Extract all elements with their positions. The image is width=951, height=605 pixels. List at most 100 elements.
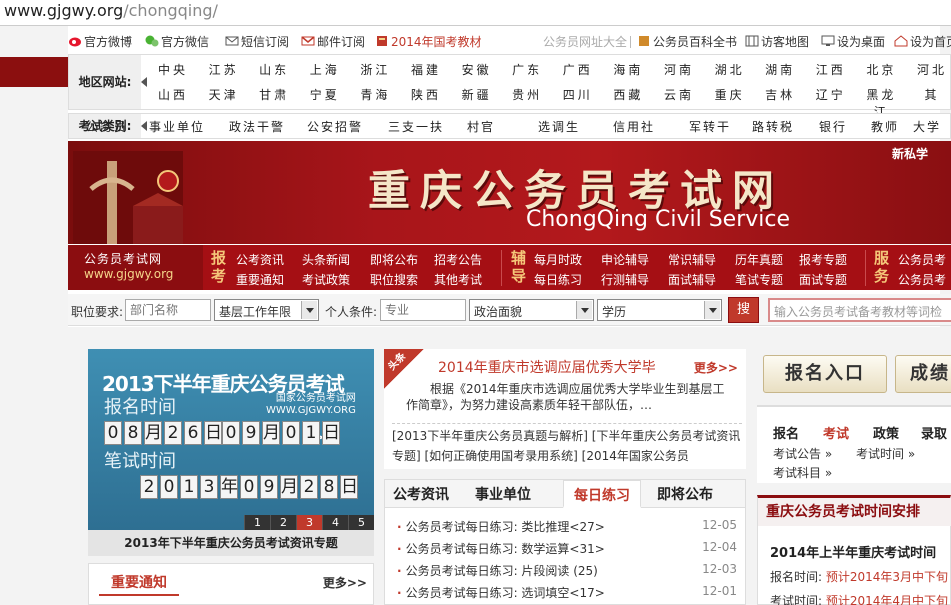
exam-category-link[interactable]: 银行 xyxy=(819,118,847,135)
exam-info-tab[interactable]: 政策 xyxy=(873,423,899,442)
subnav-link[interactable]: 常识辅导 xyxy=(668,251,716,268)
exam-category-link[interactable]: 政法干警 xyxy=(229,118,285,135)
subnav-link[interactable]: 公务员考 xyxy=(898,271,946,288)
address-bar[interactable]: www.gjgwy.org/chongqing/ xyxy=(0,0,951,26)
exam-category-link[interactable]: 选调生 xyxy=(538,118,580,135)
subnav-link[interactable]: 公考资讯 xyxy=(236,251,284,268)
region-link[interactable]: 青海 xyxy=(353,86,397,103)
region-link[interactable]: 天津 xyxy=(202,86,246,103)
region-link[interactable]: 山东 xyxy=(252,61,296,78)
region-link[interactable]: 广东 xyxy=(505,61,549,78)
tab-item[interactable]: 每日练习 xyxy=(563,480,641,508)
register-button[interactable]: 报名入口 xyxy=(763,355,887,393)
exam-category-link[interactable]: 三支一扶 xyxy=(388,118,444,135)
subnav-link[interactable]: 申论辅导 xyxy=(601,251,649,268)
region-link[interactable]: 湖南 xyxy=(758,61,802,78)
slide-page-button[interactable]: 5 xyxy=(348,515,374,530)
subnav-link[interactable]: 职位搜索 xyxy=(370,271,418,288)
region-link[interactable]: 河北 xyxy=(910,61,951,78)
exam-category-link[interactable]: 路转税 xyxy=(752,118,794,135)
list-item[interactable]: 公务员考试每日练习: 数学运算<31> 12-04 xyxy=(397,540,737,557)
subnav-logo[interactable]: 公务员考试网 www.gjgwy.org xyxy=(68,245,203,290)
slide-page-button[interactable]: 4 xyxy=(322,515,348,530)
exam-category-link[interactable]: 村官 xyxy=(467,118,495,135)
slide-caption[interactable]: 2013年下半年重庆公务员考试资讯专题 xyxy=(88,530,374,556)
region-link[interactable]: 海南 xyxy=(606,61,650,78)
subnav-link[interactable]: 即将公布 xyxy=(370,251,418,268)
subnav-link[interactable]: 面试专题 xyxy=(799,271,847,288)
region-link[interactable]: 河南 xyxy=(657,61,701,78)
subnav-link[interactable]: 历年真题 xyxy=(735,251,783,268)
score-button[interactable]: 成绩 xyxy=(895,355,951,393)
link-exam-notice[interactable]: 考试公告 » xyxy=(773,445,832,462)
exam-info-tab[interactable]: 录取 xyxy=(921,423,947,442)
subnav-link[interactable]: 头条新闻 xyxy=(302,251,350,268)
tab-item[interactable]: 即将公布 xyxy=(657,484,713,504)
exam-info-tab[interactable]: 报名 xyxy=(773,423,799,442)
keyword-input[interactable]: 输入公务员考试备考教材等词检 xyxy=(768,298,951,322)
region-link[interactable]: 其 xyxy=(910,86,951,103)
search-button[interactable]: 搜 xyxy=(728,297,759,323)
sms-link[interactable]: 短信订阅 xyxy=(225,33,289,50)
subnav-link[interactable]: 考试政策 xyxy=(302,271,350,288)
tab-item[interactable]: 公考资讯 xyxy=(393,484,449,504)
region-link[interactable]: 云南 xyxy=(657,86,701,103)
region-link[interactable]: 贵州 xyxy=(505,86,549,103)
region-link[interactable]: 辽宁 xyxy=(809,86,853,103)
list-item[interactable]: 公务员考试每日练习: 选词填空<17> 12-01 xyxy=(397,584,737,601)
exam-category-link[interactable]: 军转干 xyxy=(689,118,731,135)
exam-category-link[interactable]: 大学 xyxy=(913,118,941,135)
slide-page-button[interactable]: 2 xyxy=(270,515,296,530)
region-link[interactable]: 宁夏 xyxy=(303,86,347,103)
notice-title[interactable]: 重要通知 xyxy=(99,570,179,596)
exam-category-link[interactable]: 事业单位 xyxy=(149,118,205,135)
slide-page-button[interactable]: 3 xyxy=(296,515,322,530)
region-link[interactable]: 中央 xyxy=(151,61,195,78)
sitemap-link[interactable]: 访客地图 xyxy=(745,33,809,50)
region-link[interactable]: 甘肃 xyxy=(252,86,296,103)
exam-info-tab[interactable]: 考试 xyxy=(823,423,849,442)
arrow-left-icon[interactable] xyxy=(141,121,147,131)
exam-category-link[interactable]: 教师 xyxy=(871,118,899,135)
headline-links[interactable]: [2013下半年重庆公务员真题与解析] [下半年重庆公务员考试资讯专题] [如何… xyxy=(392,423,742,466)
education-select[interactable]: 学历 xyxy=(597,299,722,321)
exam-category-link[interactable]: 公安招警 xyxy=(307,118,363,135)
region-link[interactable]: 上海 xyxy=(303,61,347,78)
region-link[interactable]: 陕西 xyxy=(404,86,448,103)
exam-category-link[interactable]: 信用社 xyxy=(613,118,655,135)
weixin-link[interactable]: 官方微信 xyxy=(145,33,209,50)
subnav-link[interactable]: 每日练习 xyxy=(534,271,582,288)
arrow-left-icon[interactable] xyxy=(141,77,147,87)
weibo-link[interactable]: 官方微博 xyxy=(68,33,132,50)
region-link[interactable]: 吉林 xyxy=(758,86,802,103)
region-link[interactable]: 重庆 xyxy=(708,86,752,103)
subnav-link[interactable]: 报考专题 xyxy=(799,251,847,268)
tab-item[interactable]: 事业单位 xyxy=(475,484,531,504)
subnav-link[interactable]: 每月时政 xyxy=(534,251,582,268)
portal-link[interactable]: 公务员网址大全 xyxy=(543,33,627,50)
region-link[interactable]: 福建 xyxy=(404,61,448,78)
textbook-link[interactable]: 2014年国考教材 xyxy=(375,33,482,50)
url-text[interactable]: www.gjgwy.org/chongqing/ xyxy=(4,1,218,20)
list-item[interactable]: 公务员考试每日练习: 片段阅读 (25) 12-03 xyxy=(397,562,737,579)
encyclopedia-link[interactable]: 公务员百科全书 xyxy=(637,33,737,50)
region-link[interactable]: 安徽 xyxy=(455,61,499,78)
dept-input[interactable] xyxy=(125,299,211,321)
headline-title[interactable]: 2014年重庆市选调应届优秀大学毕 xyxy=(438,357,656,377)
region-link[interactable]: 江西 xyxy=(809,61,853,78)
mail-link[interactable]: 邮件订阅 xyxy=(301,33,365,50)
headline-more-link[interactable]: 更多>> xyxy=(694,359,738,376)
slide-page-button[interactable]: 1 xyxy=(244,515,270,530)
exam-category-link[interactable]: 公务员 xyxy=(86,118,128,135)
exam-slideshow[interactable]: 2013下半年重庆公务员考试 国家公务员考试网 WWW.GJGWY.ORG 报名时… xyxy=(88,349,374,530)
region-link[interactable]: 西藏 xyxy=(606,86,650,103)
region-link[interactable]: 新疆 xyxy=(455,86,499,103)
region-link[interactable]: 江苏 xyxy=(202,61,246,78)
region-link[interactable]: 广西 xyxy=(556,61,600,78)
subnav-link[interactable]: 招考公告 xyxy=(434,251,482,268)
link-exam-time[interactable]: 考试时间 » xyxy=(856,445,915,462)
desktop-link[interactable]: 设为桌面 xyxy=(821,33,885,50)
subnav-link[interactable]: 笔试专题 xyxy=(735,271,783,288)
major-input[interactable] xyxy=(380,299,466,321)
link-exam-subjects[interactable]: 考试科目 » xyxy=(773,464,832,481)
